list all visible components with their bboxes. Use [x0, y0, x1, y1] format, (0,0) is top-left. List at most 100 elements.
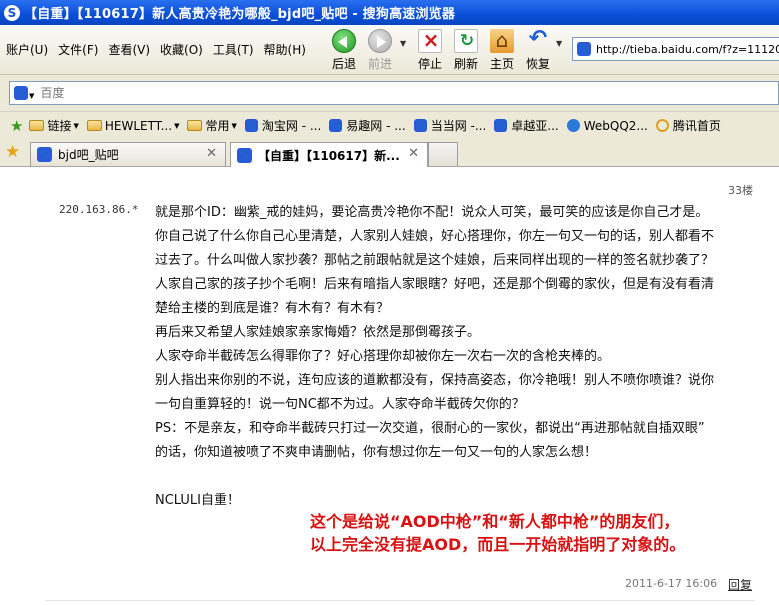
- close-icon[interactable]: ✕: [408, 146, 419, 161]
- search-row: 🐾 ▼: [0, 75, 779, 111]
- post-line: 再后来又希望人家娃娘家亲家悔婚？依然是那倒霉孩子。: [155, 325, 481, 340]
- red-annotation: 这个是给说“AOD中枪”和“新人都中枪”的朋友们， 以上完全没有提AOD，而且一…: [310, 510, 685, 556]
- address-bar[interactable]: 🐾 http://tieba.baidu.com/f?z=11120025: [572, 37, 779, 61]
- menu-favorites[interactable]: 收藏(O): [160, 41, 203, 58]
- post-divider: [45, 600, 755, 601]
- post-line: 一句自重算轻的！说一句NC都不为过。人家夺命半截砖欠你的？: [155, 397, 525, 412]
- home-label: 主页: [489, 57, 514, 71]
- link-label: 链接: [47, 119, 72, 133]
- tab-label: bjd吧_贴吧: [58, 148, 119, 162]
- forward-arrow-icon: [368, 29, 392, 53]
- post-line: PS：不是亲友，和夺命半截砖只打过一次交道，很耐心的一家伙，都说出“再进那帖就自…: [155, 421, 705, 436]
- restore-button[interactable]: 恢复: [520, 26, 556, 72]
- tab-bjd-bar[interactable]: 🐾 bjd吧_贴吧 ✕: [30, 142, 226, 166]
- link-folder-hewlett[interactable]: HEWLETT... ▼: [86, 118, 179, 133]
- link-label: 腾讯首页: [672, 119, 721, 133]
- post-timestamp: 2011-6-17 16:06: [625, 577, 718, 590]
- home-icon: [490, 28, 514, 53]
- link-label: WebQQ2...: [583, 118, 648, 133]
- forward-button[interactable]: 前进: [362, 29, 398, 72]
- baidu-engine-icon[interactable]: 🐾: [14, 86, 28, 100]
- link-label: 常用: [205, 119, 230, 133]
- window-titlebar: S 【自重】【110617】新人高贵冷艳为哪般_bjd吧_贴吧 - 搜狗高速浏览…: [0, 0, 779, 25]
- search-box[interactable]: 🐾 ▼: [9, 81, 779, 105]
- link-eachnet[interactable]: 🐾 易趣网 - ...: [329, 117, 406, 134]
- stop-button[interactable]: 停止: [412, 28, 448, 72]
- tencent-icon: [655, 119, 669, 132]
- close-icon[interactable]: ✕: [206, 146, 217, 161]
- favorites-star-icon[interactable]: ★: [5, 142, 20, 162]
- paw-icon: 🐾: [37, 147, 52, 162]
- stop-label: 停止: [417, 57, 442, 71]
- chevron-down-icon: ▼: [231, 121, 237, 130]
- search-input[interactable]: [40, 86, 341, 100]
- paw-icon: 🐾: [329, 119, 343, 132]
- link-webqq[interactable]: WebQQ2...: [566, 118, 648, 133]
- menu-file[interactable]: 文件(F): [58, 41, 98, 58]
- add-favorite-icon[interactable]: ★: [10, 117, 23, 135]
- stop-icon: [418, 28, 443, 53]
- post-body: 就是那个ID：幽紫_戒的娃妈，要论高贵冷艳你不配！说众人可笑，最可笑的应该是你自…: [155, 201, 760, 513]
- forward-label: 前进: [367, 57, 392, 71]
- paw-icon: 🐾: [494, 119, 508, 132]
- back-label: 后退: [331, 57, 356, 71]
- back-button[interactable]: 后退: [326, 29, 362, 72]
- paw-icon: 🐾: [413, 119, 427, 132]
- tab-bar: ★ 🐾 bjd吧_贴吧 ✕ 🐾 【自重】【110617】新... ✕: [0, 139, 779, 167]
- menu-help[interactable]: 帮助(H): [264, 41, 306, 58]
- reply-link[interactable]: 回复: [728, 576, 752, 593]
- baidu-paw-icon: 🐾: [577, 42, 591, 56]
- link-folder-common[interactable]: 常用 ▼: [187, 117, 237, 134]
- post-line: 别人指出来你别的不说，连句应该的道歉都没有，保持高姿态，你冷艳哦！别人不喷你喷谁…: [155, 373, 715, 388]
- folder-icon: [29, 120, 45, 131]
- link-label: HEWLETT...: [104, 118, 173, 133]
- post-line: 你自己说了什么你自己心里清楚，人家别人娃娘，好心搭理你，你左一句又一句的话，别人…: [155, 229, 715, 244]
- home-button[interactable]: 主页: [484, 28, 520, 72]
- link-dangdang[interactable]: 🐾 当当网 -...: [413, 117, 487, 134]
- engine-dropdown-icon[interactable]: ▼: [29, 92, 34, 100]
- chevron-down-icon: ▼: [73, 121, 79, 130]
- tab-label: 【自重】【110617】新...: [258, 148, 400, 163]
- toolbar: 账户(U) 文件(F) 查看(V) 收藏(O) 工具(T) 帮助(H) 后退 前…: [0, 25, 779, 75]
- folder-icon: [86, 120, 102, 131]
- link-label: 卓越亚...: [511, 119, 559, 133]
- paw-icon: 🐾: [237, 147, 252, 163]
- refresh-button[interactable]: 刷新: [448, 29, 484, 72]
- post-line: 就是那个ID：幽紫_戒的娃妈，要论高贵冷艳你不配！说众人可笑，最可笑的应该是你自…: [155, 205, 709, 220]
- post-line: 楚给主楼的到底是谁？有木有？有木有？: [155, 301, 390, 316]
- restore-label: 恢复: [525, 57, 550, 71]
- menu-account[interactable]: 账户(U): [6, 41, 48, 58]
- post-line: 过去了。什么叫做人家抄袭？那帖之前跟帖就是这个娃娘，后来同样出现的一样的签名就抄…: [155, 253, 715, 268]
- menu-tools[interactable]: 工具(T): [213, 41, 254, 58]
- window-title: 【自重】【110617】新人高贵冷艳为哪般_bjd吧_贴吧 - 搜狗高速浏览器: [24, 7, 456, 22]
- link-folder-links[interactable]: 链接 ▼: [29, 117, 79, 134]
- folder-icon: [187, 120, 203, 131]
- post-blank-line: [155, 465, 760, 489]
- link-label: 当当网 -...: [430, 119, 487, 133]
- floor-number: 33楼: [728, 184, 753, 197]
- post-line: 的话，你知道被喷了不爽申请删帖，你有想过你左一句又一句的人家怎么想！: [155, 445, 598, 460]
- back-arrow-icon: [332, 29, 356, 53]
- tab-current-thread[interactable]: 🐾 【自重】【110617】新... ✕: [230, 142, 428, 167]
- paw-icon: 🐾: [244, 119, 258, 132]
- qq-icon: [566, 119, 580, 132]
- address-url: http://tieba.baidu.com/f?z=11120025: [596, 42, 779, 56]
- page-content: 33楼 220.163.86.* 就是那个ID：幽紫_戒的娃妈，要论高贵冷艳你不…: [0, 168, 779, 605]
- undo-icon: [526, 26, 550, 53]
- post-line: 人家自己家的孩子抄个毛啊！后来有暗指人家眼瞎？好吧，还是那个倒霉的家伙，但是有没…: [155, 277, 715, 292]
- new-tab-button[interactable]: [428, 142, 458, 166]
- link-taobao[interactable]: 🐾 淘宝网 - ...: [244, 117, 322, 134]
- link-tencent[interactable]: 腾讯首页: [655, 117, 721, 134]
- link-label: 易趣网 - ...: [346, 119, 406, 133]
- restore-dropdown-icon[interactable]: ▼: [556, 39, 562, 48]
- sogou-app-icon: S: [4, 4, 20, 21]
- link-joyo[interactable]: 🐾 卓越亚...: [494, 117, 559, 134]
- link-label: 淘宝网 - ...: [261, 119, 322, 133]
- forward-dropdown-icon[interactable]: ▼: [400, 39, 406, 48]
- poster-ip: 220.163.86.*: [59, 203, 139, 216]
- menu-bar: 账户(U) 文件(F) 查看(V) 收藏(O) 工具(T) 帮助(H): [6, 41, 306, 58]
- menu-view[interactable]: 查看(V): [108, 41, 150, 58]
- post-line: 人家夺命半截砖怎么得罪你了？好心搭理你却被你左一次右一次的含枪夹棒的。: [155, 349, 611, 364]
- refresh-label: 刷新: [453, 57, 478, 71]
- links-bar: ★ 链接 ▼ HEWLETT... ▼ 常用 ▼ 🐾 淘宝网 - ... 🐾 易趣网 …: [0, 111, 779, 139]
